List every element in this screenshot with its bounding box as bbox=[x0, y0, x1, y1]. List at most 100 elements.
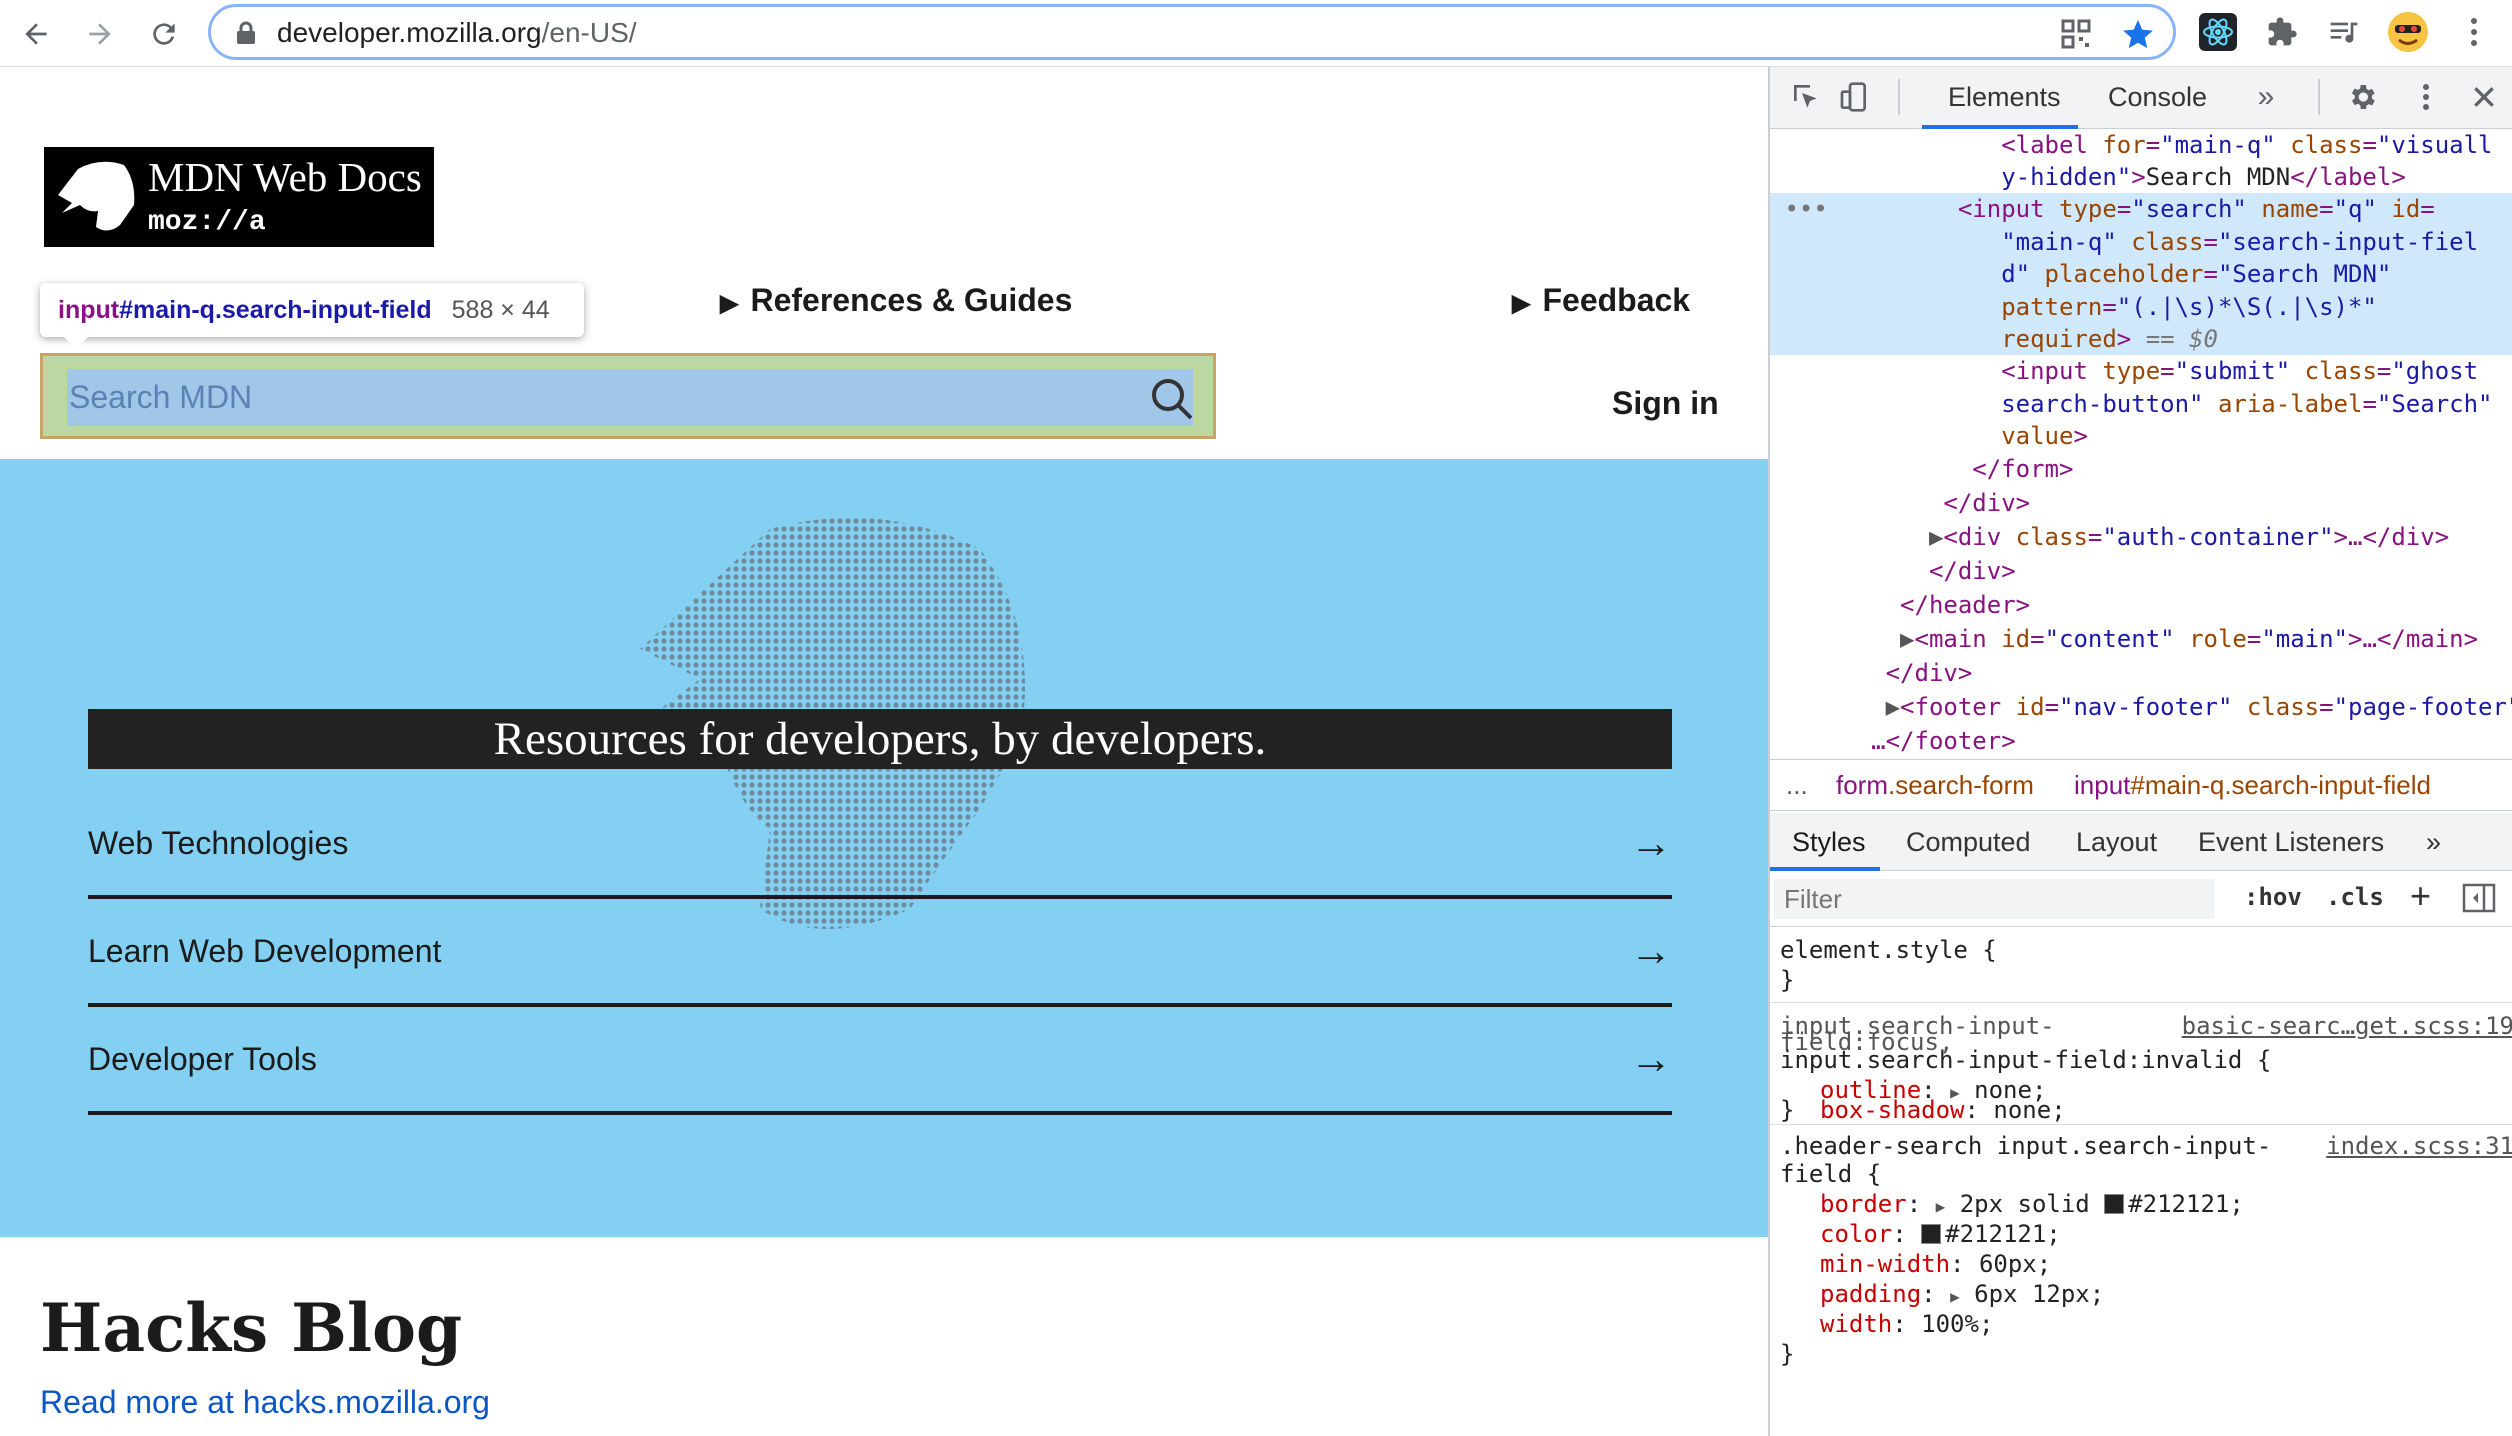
star-icon[interactable] bbox=[2121, 17, 2155, 51]
tooltip-size: 588 × 44 bbox=[451, 295, 550, 324]
color-swatch[interactable] bbox=[1921, 1224, 1942, 1244]
dom-node[interactable]: </div> bbox=[1770, 657, 2512, 690]
react-devtools-extension[interactable] bbox=[2196, 10, 2240, 54]
hero-tagline: Resources for developers, by developers. bbox=[88, 709, 1672, 769]
css-rule-search-focus[interactable]: input.search-input- basic-searc…get.scss… bbox=[1770, 1003, 2512, 1125]
hov-toggle[interactable]: :hov bbox=[2244, 883, 2302, 911]
sidebar-toggle-icon[interactable] bbox=[2462, 883, 2496, 913]
tab-styles[interactable]: Styles bbox=[1792, 827, 1866, 858]
devtools-menu-button[interactable] bbox=[2406, 77, 2446, 117]
dom-tree[interactable]: <label for="main-q" class="visuall y-hid… bbox=[1770, 129, 2512, 829]
css-declaration[interactable]: border: ▶ 2px solid #212121; bbox=[1820, 1189, 2244, 1222]
dom-node[interactable]: </form> bbox=[1770, 453, 2512, 486]
mozilla-wordmark: moz://a bbox=[148, 207, 266, 238]
back-button[interactable] bbox=[12, 10, 60, 58]
lock-icon bbox=[237, 21, 255, 44]
dom-node-selected[interactable]: ••• <input type="search" name="q" id= "m… bbox=[1770, 193, 2512, 355]
dom-node[interactable]: y-hidden">Search MDN</label> bbox=[1770, 161, 2512, 194]
more-vert-icon bbox=[2423, 84, 2429, 110]
devtools-panel: Elements Console » <label for="main-q" c… bbox=[1768, 67, 2512, 1436]
hero-section: Resources for developers, by developers.… bbox=[0, 459, 1768, 1237]
arrow-left-icon bbox=[25, 23, 47, 45]
reload-button[interactable] bbox=[140, 10, 188, 58]
breadcrumb-form[interactable]: form.search-form bbox=[1836, 770, 2034, 801]
breadcrumb: ... form.search-form input#main-q.search… bbox=[1770, 759, 2512, 811]
filter-input[interactable] bbox=[1774, 879, 2214, 919]
blog-link[interactable]: Read more at hacks.mozilla.org bbox=[40, 1384, 490, 1421]
css-rule-header-search[interactable]: .header-search input.search-input- index… bbox=[1770, 1125, 2512, 1436]
dom-node[interactable]: ▶<div class="auth-container">…</div> bbox=[1770, 521, 2512, 554]
address-bar[interactable]: developer.mozilla.org/en-US/ bbox=[208, 4, 2176, 60]
qr-code-icon[interactable] bbox=[2061, 19, 2091, 49]
dom-node[interactable]: …</footer> bbox=[1770, 725, 2512, 758]
breadcrumb-ellipsis[interactable]: ... bbox=[1786, 770, 1808, 801]
cls-toggle[interactable]: .cls bbox=[2326, 883, 2384, 911]
styles-pane[interactable]: element.style { } input.search-input- ba… bbox=[1770, 927, 2512, 1436]
sign-in-link[interactable]: Sign in bbox=[1612, 385, 1719, 422]
breadcrumb-input[interactable]: input#main-q.search-input-field bbox=[2074, 770, 2431, 801]
rule-source-link[interactable]: basic-searc…get.scss:19 bbox=[2182, 1011, 2512, 1041]
css-declaration[interactable]: padding: ▶ 6px 12px; bbox=[1820, 1279, 2104, 1312]
mdn-logo[interactable]: MDN Web Docs moz://a bbox=[44, 147, 434, 247]
reload-icon bbox=[153, 23, 175, 45]
feedback-menu-label: Feedback bbox=[1542, 282, 1691, 318]
rule-source-link[interactable]: index.scss:31 bbox=[2326, 1131, 2512, 1161]
hero-link-learn-web-development[interactable]: Learn Web Development → bbox=[88, 899, 1672, 1007]
hero-link-web-technologies[interactable]: Web Technologies → bbox=[88, 791, 1672, 899]
tab-event-listeners[interactable]: Event Listeners bbox=[2198, 827, 2384, 858]
dom-node[interactable]: <label for="main-q" class="visuall bbox=[1770, 129, 2512, 162]
dom-node[interactable]: ▶<footer id="nav-footer" class="page-foo… bbox=[1770, 691, 2512, 724]
tab-computed[interactable]: Computed bbox=[1906, 827, 2031, 858]
settings-button[interactable] bbox=[2342, 77, 2382, 117]
dom-node[interactable]: </div> bbox=[1770, 555, 2512, 588]
logo-text: MDN Web Docs bbox=[148, 154, 422, 200]
css-rule-element-style[interactable]: element.style { } bbox=[1770, 927, 2512, 1003]
media-queue-icon bbox=[2330, 22, 2358, 43]
plus-icon[interactable]: + bbox=[2410, 875, 2431, 917]
color-swatch[interactable] bbox=[2104, 1194, 2125, 1214]
extensions-button[interactable] bbox=[2260, 10, 2304, 54]
search-icon[interactable] bbox=[1149, 376, 1195, 422]
dom-node[interactable]: <input type="submit" class="ghost search… bbox=[1770, 355, 2512, 453]
feedback-menu[interactable]: ▶ Feedback bbox=[1512, 282, 1690, 319]
rule-close: } bbox=[1780, 1340, 1795, 1368]
rule-selector: input.search-input-field:invalid { bbox=[1780, 1046, 2272, 1074]
forward-button[interactable] bbox=[76, 10, 124, 58]
inspect-element-button[interactable] bbox=[1786, 77, 1826, 117]
arrow-right-icon: → bbox=[1630, 819, 1672, 866]
more-vert-icon bbox=[2471, 18, 2477, 46]
dinosaur-icon bbox=[58, 161, 135, 231]
chevron-double-right-icon: » bbox=[2426, 827, 2442, 857]
hero-link-label: Learn Web Development bbox=[88, 932, 442, 969]
close-devtools-button[interactable] bbox=[2464, 77, 2504, 117]
rule-selector: field { bbox=[1780, 1160, 1882, 1188]
css-declaration[interactable]: width: 100%; bbox=[1820, 1309, 1993, 1339]
chevron-double-right-icon: » bbox=[2257, 80, 2275, 113]
media-queue-button[interactable] bbox=[2322, 10, 2366, 54]
divider bbox=[1898, 79, 1900, 115]
profile-avatar[interactable] bbox=[2386, 10, 2430, 54]
divider bbox=[2318, 79, 2320, 115]
references-menu[interactable]: ▶ References & Guides bbox=[720, 282, 1072, 319]
dom-node[interactable]: ▶<main id="content" role="main">…</main> bbox=[1770, 623, 2512, 656]
search-input[interactable] bbox=[67, 369, 1193, 426]
hero-link-developer-tools[interactable]: Developer Tools → bbox=[88, 1007, 1672, 1115]
more-tabs-button[interactable]: » bbox=[2426, 827, 2441, 858]
tab-console[interactable]: Console bbox=[2108, 82, 2207, 113]
css-declaration[interactable]: color: #212121; bbox=[1820, 1219, 2061, 1249]
device-toolbar-button[interactable] bbox=[1834, 77, 1874, 117]
more-tabs-button[interactable]: » bbox=[2246, 77, 2286, 117]
devtools-tabbar: Elements Console » bbox=[1770, 67, 2512, 129]
react-devtools-icon bbox=[2199, 13, 2237, 51]
css-declaration[interactable]: min-width: 60px; bbox=[1820, 1249, 2051, 1279]
browser-menu-button[interactable] bbox=[2452, 10, 2496, 54]
puzzle-icon bbox=[2268, 17, 2297, 46]
tab-elements[interactable]: Elements bbox=[1948, 82, 2061, 113]
dom-node[interactable]: </header> bbox=[1770, 589, 2512, 622]
tab-layout[interactable]: Layout bbox=[2076, 827, 2157, 858]
css-declaration[interactable]: box-shadow: none; bbox=[1820, 1095, 2066, 1125]
hero-link-label: Developer Tools bbox=[88, 1040, 317, 1077]
rule-selector: element.style { bbox=[1780, 936, 1997, 964]
dom-node[interactable]: </div> bbox=[1770, 487, 2512, 520]
avatar bbox=[2388, 12, 2428, 52]
